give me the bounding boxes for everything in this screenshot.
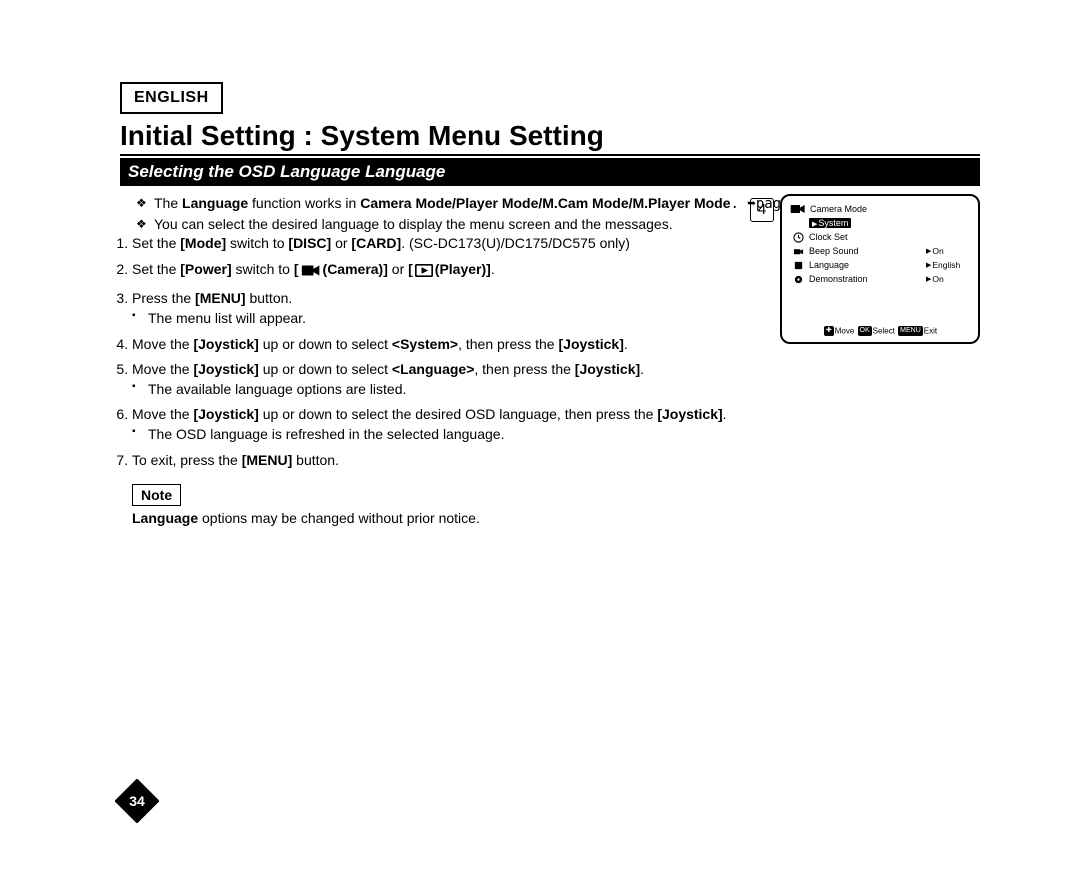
ok-chip-icon: OK — [858, 326, 872, 336]
note-text: Language options may be changed without … — [132, 510, 980, 526]
substep-item: The available language options are liste… — [132, 380, 980, 400]
language-badge: ENGLISH — [120, 82, 223, 114]
osd-screen: Camera Mode ▶System Clock Set Beep Sound… — [780, 194, 980, 344]
camera-icon — [790, 203, 806, 214]
step-item: Move the [Joystick] up or down to select… — [132, 360, 980, 399]
osd-item-row: Beep Sound ▶On — [790, 244, 970, 258]
step-item: To exit, press the [MENU] button. — [132, 451, 980, 471]
osd-item-row: Demonstration ▶On — [790, 272, 970, 286]
camera-small-icon — [790, 246, 806, 257]
gear-icon — [790, 274, 806, 285]
figure-number: 4 — [750, 198, 774, 222]
osd-mode-label: Camera Mode — [810, 204, 867, 214]
substep-item: The OSD language is refreshed in the sel… — [132, 425, 980, 445]
osd-figure: 4 Camera Mode ▶System Clock Set Bee — [750, 194, 980, 344]
note-label: Note — [132, 484, 181, 506]
clock-icon — [790, 232, 806, 243]
note-block: Note Language options may be changed wit… — [132, 484, 980, 526]
osd-item-row: Language ▶English — [790, 258, 970, 272]
osd-item-row: Clock Set — [790, 230, 970, 244]
osd-system-row: ▶System — [790, 216, 970, 230]
substep-item: The menu list will appear. — [132, 309, 720, 329]
step-item: Move the [Joystick] up or down to select… — [132, 405, 980, 444]
memory-icon — [790, 260, 806, 271]
section-subtitle: Selecting the OSD Language Language — [120, 158, 980, 186]
page-title: Initial Setting : System Menu Setting — [120, 120, 980, 156]
osd-footer: ✚Move OKSelect MENUExit — [782, 326, 978, 336]
page-number: 34 — [115, 779, 159, 826]
player-icon — [415, 263, 433, 284]
camera-icon — [301, 263, 321, 284]
move-chip-icon: ✚ — [824, 326, 834, 336]
menu-chip-icon: MENU — [898, 326, 923, 336]
